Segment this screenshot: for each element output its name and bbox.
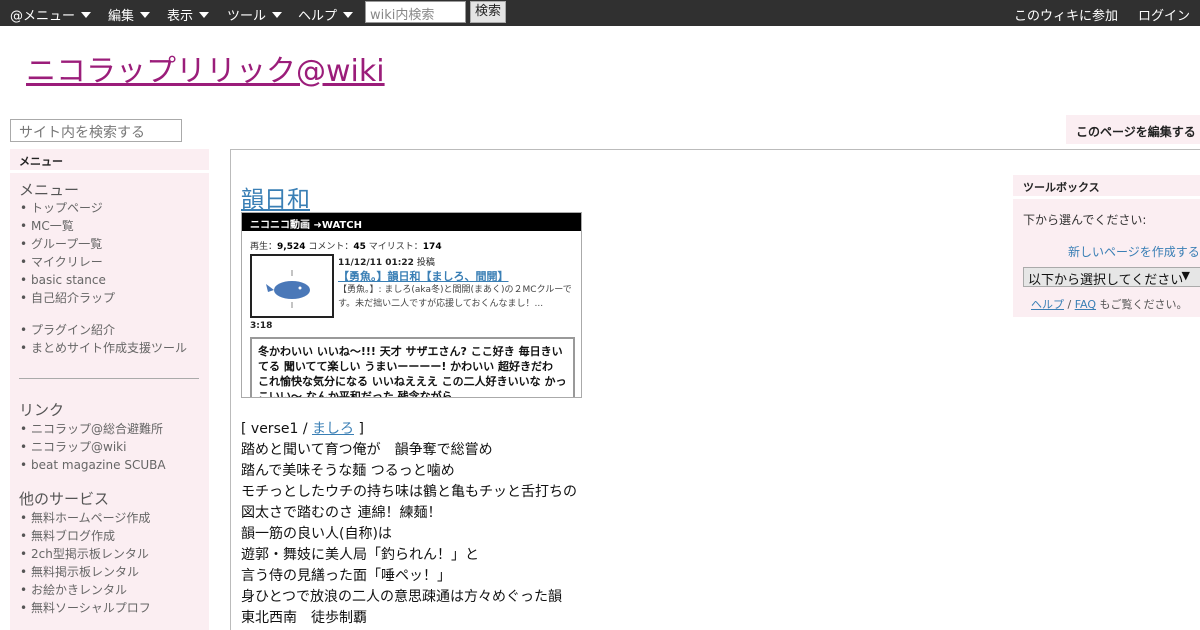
wiki-search-input[interactable]: wiki内検索 xyxy=(365,1,466,23)
plays-count: 9,524 xyxy=(277,242,306,252)
sidebar-item-mic-relay[interactable]: マイクリレー xyxy=(20,253,115,271)
faq-link[interactable]: FAQ xyxy=(1075,298,1096,311)
sidebar-link-refuge[interactable]: ニコラップ@総合避難所 xyxy=(20,420,166,438)
lyric-line: モチっとしたウチの持ち味は鶴と亀もチッと舌打ちの xyxy=(241,484,577,500)
sidebar-service-2ch-board[interactable]: 2ch型掲示板レンタル xyxy=(20,545,151,563)
links-list: ニコラップ@総合避難所 ニコラップ@wiki beat magazine SCU… xyxy=(20,420,166,474)
toolbox-label: 下から選んでください: xyxy=(1023,213,1147,227)
sidebar-item-plugins[interactable]: プラグイン紹介 xyxy=(20,321,187,339)
menu-tools-label: ツール xyxy=(227,9,267,24)
menu-view-label: 表示 xyxy=(167,9,194,24)
sidebar-header: メニュー xyxy=(10,149,209,170)
sidebar-item-top[interactable]: トップページ xyxy=(20,199,115,217)
page-title[interactable]: 韻日和 xyxy=(241,180,310,214)
toolbox-select[interactable]: 以下から選択してください ▼ xyxy=(1023,267,1200,288)
login-link[interactable]: ログイン xyxy=(1138,5,1190,24)
sidebar-item-self-intro[interactable]: 自己紹介ラップ xyxy=(20,289,115,307)
site-search-input[interactable]: サイト内を検索する xyxy=(10,119,182,142)
sidebar-service-oekaki[interactable]: お絵かきレンタル xyxy=(20,581,151,599)
verse-header: [ verse1 / ましろ ] xyxy=(241,419,577,440)
toolbox: 下から選んでください: 新しいページを作成する 以下から選択してください ▼ ヘル… xyxy=(1013,199,1200,317)
new-page-link[interactable]: 新しいページを作成する xyxy=(1068,243,1200,260)
chevron-down-icon xyxy=(81,12,92,18)
plays-label: 再生： xyxy=(250,242,278,252)
sidebar: メニュー トップページ MC一覧 グループ一覧 マイクリレー basic sta… xyxy=(10,173,209,630)
lyric-line: 遊郭・舞妓に美人局「釣られん！」と xyxy=(241,547,479,563)
chevron-down-icon xyxy=(272,12,283,18)
verse-mc-link[interactable]: ましろ xyxy=(312,421,354,437)
menu-view[interactable]: 表示 xyxy=(167,5,210,24)
post-date-value: 11/12/11 01:22 xyxy=(338,258,414,268)
menu-edit[interactable]: 編集 xyxy=(108,5,151,24)
menu-help-label: ヘルプ xyxy=(298,9,338,24)
comments-count: 45 xyxy=(353,242,366,252)
wiki-search-button[interactable]: 検索 xyxy=(470,1,506,23)
sidebar-item-summary-tools[interactable]: まとめサイト作成支援ツール xyxy=(20,339,187,357)
lyric-line: 韻一筋の良い人(自称)は xyxy=(241,526,392,542)
menu-list: トップページ MC一覧 グループ一覧 マイクリレー basic stance 自… xyxy=(20,199,115,307)
help-separator: / xyxy=(1064,298,1075,311)
video-comments: 冬かわいい いいね〜!!! 天才 サザエさん? ここ好き 毎日きいてる 聞いてて… xyxy=(250,337,575,397)
video-description: 【勇魚。】: ましろ(aka冬)と間開(まあく)の２MCクルーです。未だ拙い二人… xyxy=(338,285,572,309)
lyric-line: 言う侍の見繕った面「唾ペッ！」 xyxy=(241,568,451,584)
sidebar-item-group-list[interactable]: グループ一覧 xyxy=(20,235,115,253)
lyric-line: 東北西南 徒歩制覇 xyxy=(241,610,367,626)
chevron-down-icon xyxy=(343,12,354,18)
sidebar-item-mc-list[interactable]: MC一覧 xyxy=(20,217,115,235)
sidebar-service-social-profile[interactable]: 無料ソーシャルプロフ xyxy=(20,599,151,617)
sidebar-service-blog[interactable]: 無料ブログ作成 xyxy=(20,527,151,545)
menu-section-title: メニュー xyxy=(19,181,80,199)
chevron-down-icon xyxy=(199,12,210,18)
menu-help[interactable]: ヘルプ xyxy=(298,5,354,24)
edit-page-button[interactable]: このページを編集する xyxy=(1066,115,1200,144)
sidebar-divider xyxy=(19,378,199,379)
verse-suffix: ] xyxy=(354,421,364,437)
chevron-down-icon xyxy=(140,12,151,18)
menu-edit-label: 編集 xyxy=(108,9,135,24)
menu-atwiki[interactable]: @メニュー xyxy=(10,5,92,24)
post-date-suffix: 投稿 xyxy=(416,258,435,268)
site-title[interactable]: ニコラップリリック@wiki xyxy=(26,46,385,90)
lyric-line: 身ひとつで放浪の二人の意思疎通は方々めぐった韻 xyxy=(241,589,563,605)
sidebar-service-board[interactable]: 無料掲示板レンタル xyxy=(20,563,151,581)
video-stats: 再生：9,524 コメント：45 マイリスト：174 xyxy=(250,239,442,252)
sidebar-item-basic-stance[interactable]: basic stance xyxy=(20,271,115,289)
lyric-line: 図太さで踏むのさ 連綿！練麺！ xyxy=(241,505,442,521)
services-list: 無料ホームページ作成 無料ブログ作成 2ch型掲示板レンタル 無料掲示板レンタル… xyxy=(20,509,151,617)
video-duration: 3:18 xyxy=(250,321,273,331)
help-suffix: もご覧ください。 xyxy=(1096,298,1188,311)
menu-list-2: プラグイン紹介 まとめサイト作成支援ツール xyxy=(20,321,187,357)
sidebar-service-homepage[interactable]: 無料ホームページ作成 xyxy=(20,509,151,527)
video-brand-bar: ニコニコ動画 ➜WATCH xyxy=(242,213,581,231)
lyric-line: 踏めと聞いて育つ俺が 韻争奪で総嘗め xyxy=(241,442,493,458)
toolbox-help: ヘルプ / FAQ もご覧ください。 xyxy=(1031,296,1188,312)
verse-prefix: [ verse1 / xyxy=(241,421,312,437)
toolbox-select-value: 以下から選択してください xyxy=(1028,273,1184,288)
lyric-line: 踏んで美味そうな麺 つるっと噛め xyxy=(241,463,455,479)
video-widget[interactable]: ニコニコ動画 ➜WATCH 再生：9,524 コメント：45 マイリスト：174… xyxy=(241,212,582,398)
dropdown-arrow-icon: ▼ xyxy=(1181,269,1190,282)
sidebar-link-scuba[interactable]: beat magazine SCUBA xyxy=(20,456,166,474)
toolbox-header: ツールボックス xyxy=(1013,175,1200,196)
video-thumbnail[interactable] xyxy=(250,254,334,318)
comments-label: コメント： xyxy=(308,242,354,252)
video-post-date: 11/12/11 01:22 投稿 xyxy=(338,255,435,268)
sidebar-link-nicorap-wiki[interactable]: ニコラップ@wiki xyxy=(20,438,166,456)
help-link[interactable]: ヘルプ xyxy=(1031,298,1064,311)
menu-tools[interactable]: ツール xyxy=(227,5,283,24)
join-wiki-link[interactable]: このウィキに参加 xyxy=(1014,5,1118,24)
links-section-title: リンク xyxy=(19,401,65,419)
menu-atwiki-label: @メニュー xyxy=(10,9,76,24)
lyrics-body: [ verse1 / ましろ ] 踏めと聞いて育つ俺が 韻争奪で総嘗め 踏んで美… xyxy=(241,419,577,629)
services-section-title: 他のサービス xyxy=(19,490,110,508)
video-brand-label: ニコニコ動画 ➜WATCH xyxy=(250,220,362,231)
video-title-link[interactable]: 【勇魚。】韻日和【ましろ、間開】 xyxy=(338,268,509,284)
whale-icon xyxy=(274,281,310,299)
top-bar: @メニュー 編集 表示 ツール ヘルプ wiki内検索 検索 このウィキに参加 … xyxy=(0,0,1200,26)
mylist-count: 174 xyxy=(422,242,442,252)
mylist-label: マイリスト： xyxy=(368,242,423,252)
